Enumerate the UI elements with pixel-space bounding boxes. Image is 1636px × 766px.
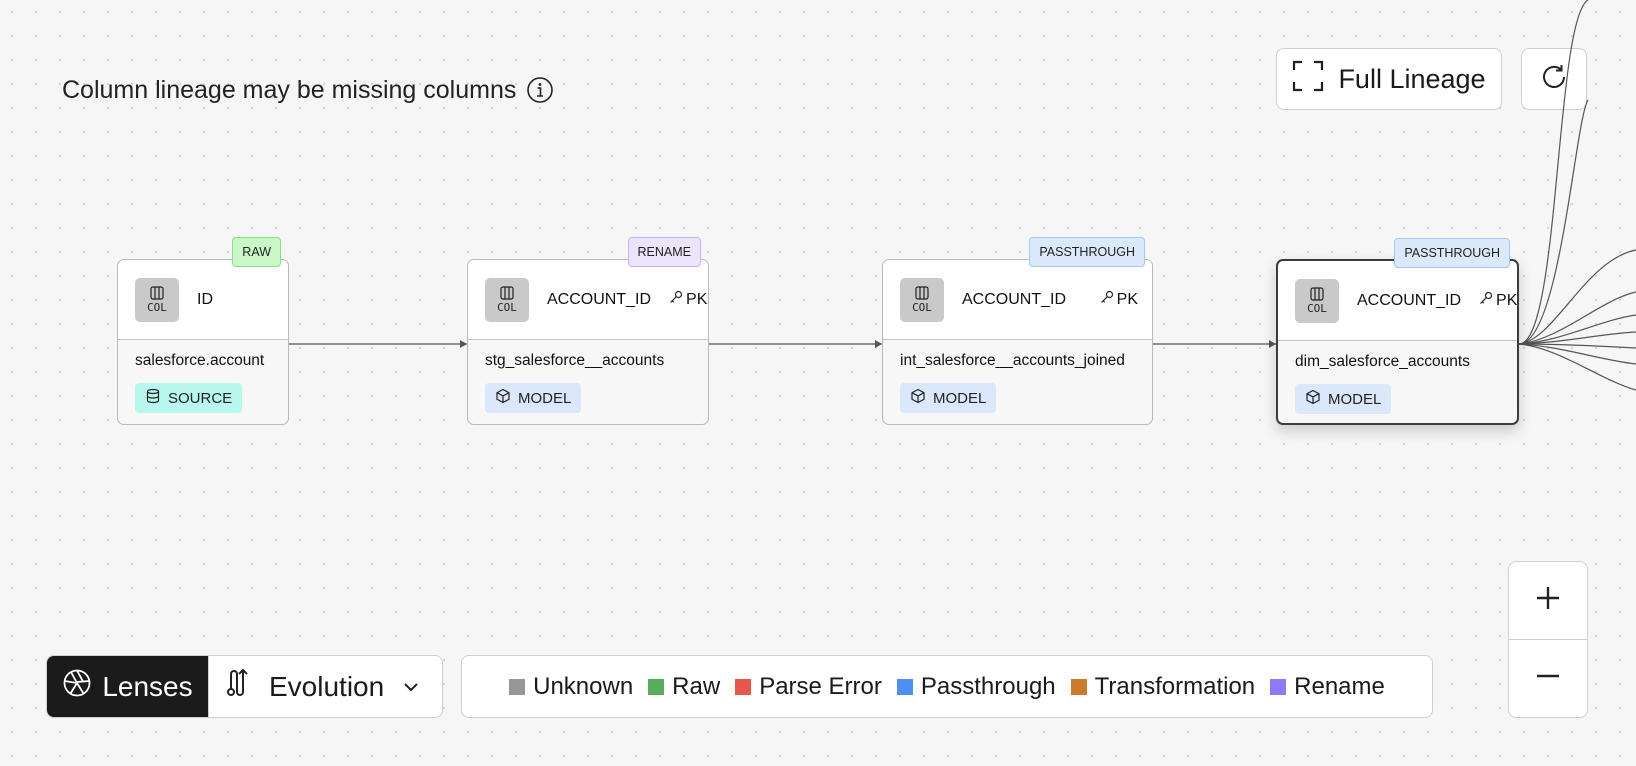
legend-label: Passthrough bbox=[920, 672, 1056, 700]
evolution-legend: Unknown Raw Parse Error Passthrough Tran… bbox=[461, 655, 1433, 718]
col-chip-label: COL bbox=[912, 300, 932, 314]
lineage-node-salesforce-account[interactable]: RAW COL ID salesforce.account SOURCE bbox=[117, 237, 289, 425]
lineage-node-dim-salesforce-accounts[interactable]: PASSTHROUGH COL ACCOUNT_ID PK dim_salesf… bbox=[1276, 238, 1519, 425]
evolution-tag: PASSTHROUGH bbox=[1029, 237, 1145, 267]
cube-icon bbox=[1305, 389, 1321, 409]
minus-icon bbox=[1534, 662, 1562, 695]
lenses-label: Lenses bbox=[102, 670, 193, 702]
legend-item-raw: Raw bbox=[648, 673, 720, 701]
arrowhead-3 bbox=[1269, 340, 1276, 348]
zoom-controls bbox=[1508, 561, 1588, 718]
zoom-in-button[interactable] bbox=[1509, 562, 1587, 640]
type-badge: MODEL bbox=[1295, 384, 1392, 414]
chevron-down-icon bbox=[402, 671, 420, 703]
primary-key-badge: PK bbox=[1100, 290, 1138, 309]
selected-lens: Evolution bbox=[269, 670, 385, 702]
legend-label: Unknown bbox=[533, 672, 634, 700]
model-name: dim_salesforce_accounts bbox=[1295, 353, 1470, 370]
cube-icon bbox=[910, 388, 926, 408]
legend-item-rename: Rename bbox=[1270, 673, 1385, 701]
type-badge: SOURCE bbox=[135, 383, 243, 413]
zoom-out-button[interactable] bbox=[1509, 640, 1587, 717]
database-icon bbox=[145, 388, 161, 408]
model-name: stg_salesforce__accounts bbox=[485, 352, 665, 369]
edge-out-9 bbox=[1518, 343, 1636, 391]
lenses-button[interactable]: Lenses bbox=[47, 656, 208, 717]
legend-swatch bbox=[648, 678, 665, 695]
lineage-node-stg-salesforce-accounts[interactable]: RENAME COL ACCOUNT_ID PK stg_salesforce_… bbox=[467, 237, 709, 425]
primary-key-badge: PK bbox=[1479, 291, 1517, 310]
col-chip-label: COL bbox=[147, 300, 167, 314]
cube-icon bbox=[495, 388, 511, 408]
model-name: salesforce.account bbox=[135, 352, 265, 369]
evolution-tag: PASSTHROUGH bbox=[1394, 238, 1510, 268]
evolution-tag: RENAME bbox=[627, 237, 701, 267]
column-icon: COL bbox=[485, 277, 529, 322]
legend-label: Transformation bbox=[1094, 672, 1256, 700]
type-badge: MODEL bbox=[485, 383, 582, 413]
pk-label: PK bbox=[1116, 290, 1138, 308]
lens-select[interactable]: Evolution bbox=[208, 656, 442, 717]
column-name: ACCOUNT_ID bbox=[547, 290, 652, 308]
legend-swatch bbox=[896, 678, 913, 695]
type-label: MODEL bbox=[518, 389, 572, 407]
type-label: SOURCE bbox=[168, 389, 233, 407]
aperture-icon bbox=[62, 668, 92, 705]
model-name: int_salesforce__accounts_joined bbox=[900, 352, 1125, 369]
legend-label: Rename bbox=[1294, 672, 1385, 700]
legend-item-parse-error: Parse Error bbox=[735, 673, 882, 701]
pk-label: PK bbox=[686, 290, 708, 308]
legend-swatch bbox=[1070, 678, 1087, 695]
legend-swatch bbox=[1270, 678, 1287, 695]
arrowhead-1 bbox=[460, 340, 467, 348]
column-icon: COL bbox=[900, 277, 944, 322]
key-icon bbox=[669, 290, 683, 309]
lineage-node-int-salesforce-accounts-joined[interactable]: PASSTHROUGH COL ACCOUNT_ID PK int_salesf… bbox=[882, 237, 1153, 425]
pk-label: PK bbox=[1496, 291, 1518, 309]
edge-out-2 bbox=[1518, 99, 1589, 345]
arrowhead-2 bbox=[875, 340, 882, 348]
col-chip-label: COL bbox=[497, 300, 517, 314]
column-name: ACCOUNT_ID bbox=[1357, 291, 1462, 309]
column-name: ACCOUNT_ID bbox=[962, 290, 1067, 308]
key-icon bbox=[1479, 291, 1493, 310]
legend-item-unknown: Unknown bbox=[509, 673, 633, 701]
legend-label: Raw bbox=[672, 672, 721, 700]
key-icon bbox=[1100, 290, 1114, 309]
col-chip-label: COL bbox=[1307, 301, 1327, 315]
route-icon bbox=[225, 668, 255, 705]
primary-key-badge: PK bbox=[669, 290, 707, 309]
column-icon: COL bbox=[1295, 278, 1339, 323]
lens-controls: Lenses Evolution bbox=[46, 655, 443, 718]
legend-item-transformation: Transformation bbox=[1070, 672, 1256, 701]
plus-icon bbox=[1534, 584, 1562, 617]
legend-swatch bbox=[509, 678, 526, 695]
type-badge: MODEL bbox=[900, 383, 997, 413]
column-name: ID bbox=[197, 290, 213, 308]
type-label: MODEL bbox=[1328, 390, 1382, 408]
legend-item-passthrough: Passthrough bbox=[896, 672, 1056, 701]
column-icon: COL bbox=[135, 277, 179, 322]
legend-swatch bbox=[735, 678, 752, 695]
legend-label: Parse Error bbox=[759, 672, 882, 700]
evolution-tag: RAW bbox=[232, 237, 281, 267]
type-label: MODEL bbox=[933, 389, 987, 407]
